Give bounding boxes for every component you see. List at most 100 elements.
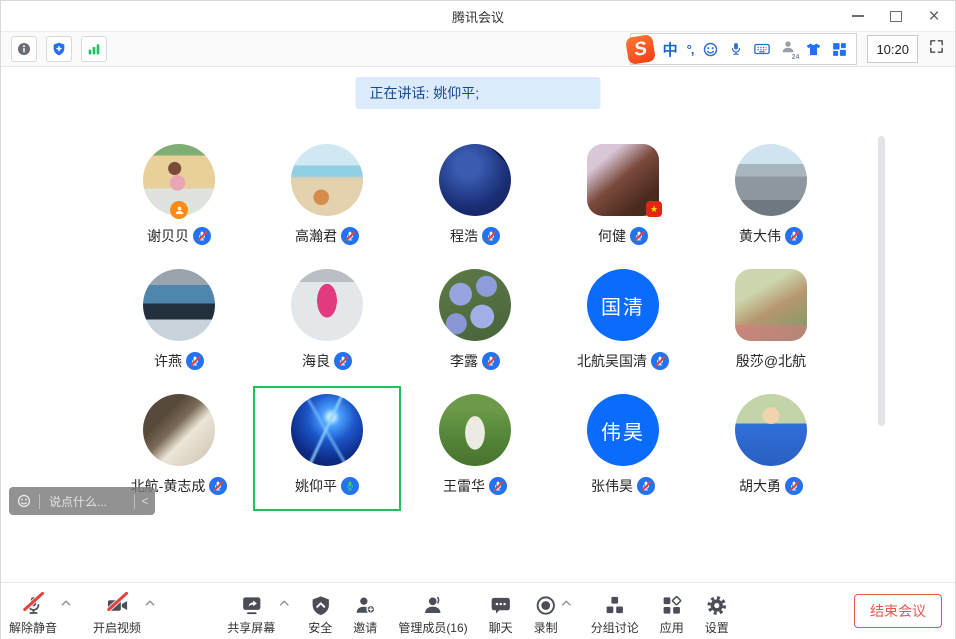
avatar	[143, 394, 215, 466]
participant-tile[interactable]: 海良	[253, 261, 401, 386]
close-button[interactable]: ×	[915, 1, 953, 31]
participant-tile[interactable]: 胡大勇	[697, 386, 845, 511]
participant-name: 胡大勇	[739, 476, 781, 496]
settings-button[interactable]: 设置	[705, 590, 729, 636]
maximize-button[interactable]	[877, 1, 915, 31]
speaking-indicator-banner: 正在讲话: 姚仰平;	[356, 77, 601, 109]
participant-name: 北航吴国清	[577, 351, 647, 371]
status-bar: S 中 °, 24	[1, 31, 955, 67]
mic-speaking-icon	[341, 477, 359, 495]
ime-toolbar: S 中 °, 24	[630, 33, 858, 65]
participant-name: 李露	[450, 351, 478, 371]
avatar	[291, 144, 363, 216]
avatar	[587, 144, 659, 216]
emoji-button[interactable]	[9, 493, 39, 509]
participant-name: 何健	[598, 226, 626, 246]
record-icon	[534, 590, 557, 617]
participant-name: 黄大伟	[739, 226, 781, 246]
mic-muted-icon	[209, 477, 227, 495]
sogou-logo-icon[interactable]: S	[625, 34, 656, 65]
unmute-button[interactable]: 解除静音	[9, 590, 57, 636]
participant-tile[interactable]: 何健	[549, 136, 697, 261]
start-video-button[interactable]: 开启视频	[93, 590, 141, 636]
ime-mode-toggle[interactable]: 中	[663, 39, 678, 60]
close-icon: ×	[928, 7, 939, 26]
share-options-chevron[interactable]	[279, 599, 289, 607]
china-flag-badge-icon	[646, 201, 662, 217]
manage-members-button[interactable]: 管理成员(16)	[398, 590, 467, 636]
mic-muted-icon	[785, 477, 803, 495]
toolbar-left-group: 解除静音 开启视频	[9, 590, 153, 636]
minimize-button[interactable]	[839, 1, 877, 31]
avatar	[291, 269, 363, 341]
record-options-chevron[interactable]	[562, 599, 572, 607]
mic-muted-icon	[785, 227, 803, 245]
participant-name: 姚仰平	[295, 476, 337, 496]
mic-muted-icon	[637, 477, 655, 495]
toolbar-center-group: 共享屏幕 安全	[227, 590, 728, 636]
share-screen-icon	[240, 590, 263, 617]
info-icon	[16, 41, 32, 57]
maximize-icon	[890, 11, 902, 22]
participant-name: 张伟昊	[591, 476, 633, 496]
end-meeting-button[interactable]: 结束会议	[854, 594, 942, 628]
ime-punctuation-toggle[interactable]: °,	[687, 42, 694, 57]
participant-tile[interactable]: 李露	[401, 261, 549, 386]
participant-tile[interactable]: 高瀚君	[253, 136, 401, 261]
mic-muted-icon	[651, 352, 669, 370]
avatar	[143, 269, 215, 341]
avatar	[291, 394, 363, 466]
participant-tile[interactable]: 黄大伟	[697, 136, 845, 261]
participant-tile[interactable]: 国清 北航吴国清	[549, 261, 697, 386]
record-button[interactable]: 录制	[534, 590, 558, 636]
apps-button[interactable]: 应用	[660, 590, 684, 636]
video-options-chevron[interactable]	[145, 599, 155, 607]
avatar	[439, 269, 511, 341]
network-signal-button[interactable]	[81, 36, 107, 62]
share-screen-button[interactable]: 共享屏幕	[227, 590, 275, 636]
chat-button[interactable]: 聊天	[489, 590, 513, 636]
minimize-icon	[852, 15, 864, 17]
breakout-rooms-button[interactable]: 分组讨论	[591, 590, 639, 636]
participant-tile[interactable]: 程浩	[401, 136, 549, 261]
quick-chat-widget: 说点什么... <	[9, 487, 155, 515]
avatar	[735, 269, 807, 341]
participant-tile-active-speaker[interactable]: 姚仰平	[253, 386, 401, 511]
camera-off-icon	[106, 590, 129, 617]
ime-voice-icon[interactable]	[728, 41, 744, 57]
participant-name: 海良	[302, 351, 330, 371]
ime-keyboard-icon[interactable]	[753, 40, 771, 58]
participant-tile[interactable]: 许燕	[105, 261, 253, 386]
participant-tile[interactable]: 伟昊 张伟昊	[549, 386, 697, 511]
participant-tile[interactable]: 谢贝贝	[105, 136, 253, 261]
ime-emoji-icon[interactable]	[702, 41, 719, 58]
avatar: 伟昊	[587, 394, 659, 466]
avatar	[143, 144, 215, 216]
avatar	[439, 144, 511, 216]
avatar: 国清	[587, 269, 659, 341]
invite-button[interactable]: 邀请	[353, 590, 377, 636]
avatar	[735, 144, 807, 216]
security-button[interactable]: 安全	[308, 590, 332, 636]
window-title: 腾讯会议	[452, 7, 504, 26]
clock-display: 10:20	[867, 35, 918, 63]
meeting-info-button[interactable]	[11, 36, 37, 62]
mic-muted-icon	[193, 227, 211, 245]
collapse-chat-button[interactable]: <	[135, 494, 155, 508]
quick-chat-input[interactable]: 说点什么...	[40, 493, 134, 510]
participant-name: 高瀚君	[295, 226, 337, 246]
gear-icon	[705, 590, 728, 617]
mic-muted-icon	[489, 477, 507, 495]
participant-tile[interactable]: 殷莎@北航	[697, 261, 845, 386]
mic-options-chevron[interactable]	[61, 599, 71, 607]
ime-skin-person-icon[interactable]: 24	[780, 39, 796, 60]
ime-menu-grid-icon[interactable]	[831, 41, 848, 58]
scrollbar-thumb[interactable]	[878, 136, 885, 426]
mic-muted-icon	[341, 227, 359, 245]
fullscreen-button[interactable]	[928, 38, 945, 60]
participant-tile[interactable]: 王雷华	[401, 386, 549, 511]
security-status-button[interactable]	[46, 36, 72, 62]
ime-skin-shirt-icon[interactable]	[805, 41, 822, 58]
fullscreen-icon	[928, 38, 945, 55]
status-left-icons	[11, 36, 107, 62]
